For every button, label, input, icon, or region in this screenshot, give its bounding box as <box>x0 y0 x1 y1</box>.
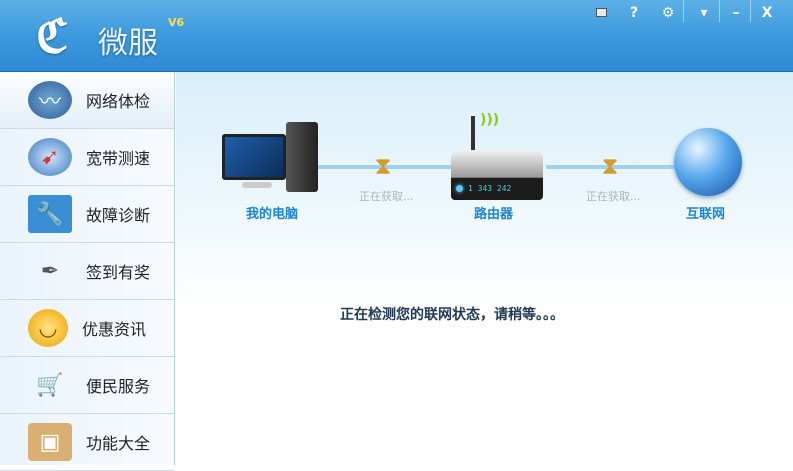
app-name: 微服 <box>98 26 158 61</box>
sidebar-item-label: 便民服务 <box>86 377 151 396</box>
wrench-icon: 🔧 <box>28 195 72 233</box>
settings-button[interactable]: ⚙ <box>657 2 679 24</box>
menu-button[interactable]: ▾ <box>693 2 715 24</box>
sidebar-item-label: 网络体检 <box>86 92 151 111</box>
sidebar-item-speed-test[interactable]: ➹ 宽带测速 <box>0 129 174 186</box>
globe-icon <box>674 128 742 196</box>
sidebar-item-all-features[interactable]: ▣ 功能大全 <box>0 414 174 471</box>
sidebar-item-label: 优惠资讯 <box>82 320 147 339</box>
cart-icon: 🛒 <box>36 372 64 398</box>
sidebar-item-services[interactable]: 🛒 便民服务 <box>0 357 174 414</box>
link2-status: 正在获取... <box>586 190 641 203</box>
sidebar-item-label: 签到有奖 <box>86 263 151 282</box>
sidebar-item-network-check[interactable]: 〰网络体检 <box>0 72 174 129</box>
minimize-button[interactable]: – <box>725 2 747 24</box>
gear-icon: ⚙ <box>661 5 675 21</box>
heartbeat-icon: 〰 <box>28 81 72 119</box>
title-bar: ℭ 微服 V6 ? ⚙ ▾ – X <box>0 0 793 72</box>
router-display: 1 343 242 <box>468 184 512 193</box>
box-icon: ▣ <box>28 423 72 461</box>
speedometer-icon: ➹ <box>28 138 72 176</box>
smiley-icon: ◡ <box>28 309 68 347</box>
sidebar-item-label: 功能大全 <box>86 434 151 453</box>
sidebar-item-checkin[interactable]: ✒ 签到有奖 <box>0 243 174 300</box>
network-port-button[interactable] <box>590 2 612 24</box>
computer-icon <box>222 122 322 196</box>
network-port-icon <box>595 8 607 17</box>
computer-label: 我的电脑 <box>246 207 299 222</box>
status-message: 正在检测您的联网状态，请稍等。。。 <box>340 307 564 323</box>
sidebar-item-label: 故障诊断 <box>86 206 151 225</box>
sidebar: 〰网络体检 ➹ 宽带测速 🔧 故障诊断 ✒ 签到有奖 ◡ 优惠资讯 🛒 便民服务 ▣ 功能大… <box>0 72 175 471</box>
sidebar-item-diagnosis[interactable]: 🔧 故障诊断 <box>0 186 174 243</box>
pen-icon: ✒ <box>40 258 60 284</box>
router-label: 路由器 <box>474 207 514 222</box>
sidebar-item-offers[interactable]: ◡ 优惠资讯 <box>0 300 174 357</box>
internet-label: 互联网 <box>686 207 726 222</box>
hourglass-icon: ⧗ <box>601 152 619 180</box>
telecom-logo-icon: ℭ <box>36 9 69 63</box>
router-icon: ))) 1 343 242 <box>446 112 551 200</box>
sidebar-item-label: 宽带测速 <box>86 149 151 168</box>
network-check-panel: 我的电脑 ⧗ 正在获取... ))) 1 343 242 路由器 ⧗ 正在获取.… <box>176 72 793 465</box>
app-version: V6 <box>168 16 185 29</box>
close-button[interactable]: X <box>756 2 778 24</box>
help-button[interactable]: ? <box>623 2 645 24</box>
link1-status: 正在获取... <box>359 190 414 203</box>
hourglass-icon: ⧗ <box>374 152 392 180</box>
